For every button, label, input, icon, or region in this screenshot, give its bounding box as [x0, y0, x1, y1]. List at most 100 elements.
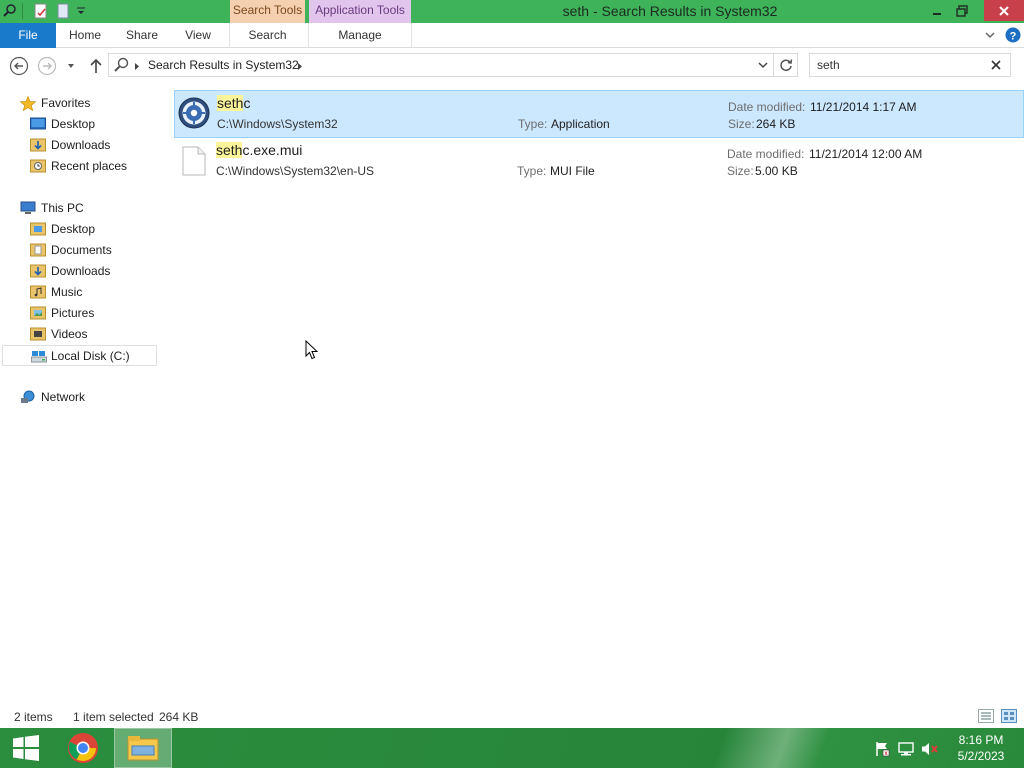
volume-muted-icon[interactable] [921, 740, 939, 758]
close-button[interactable] [984, 0, 1024, 21]
type-label: Type: [517, 164, 547, 178]
mouse-pointer-icon [305, 339, 319, 360]
forward-button[interactable] [37, 56, 57, 76]
window-title: seth - Search Results in System32 [562, 3, 778, 19]
file-explorer-taskbar-button[interactable] [114, 728, 172, 768]
help-icon[interactable]: ? [1005, 27, 1021, 43]
nav-label: Videos [51, 327, 88, 341]
tab-file[interactable]: File [0, 23, 56, 48]
details-view-icon[interactable] [978, 709, 994, 725]
ribbon-tab-bar: File Home Share View Search Manage ? [0, 23, 1024, 48]
nav-network[interactable]: Network [0, 387, 157, 407]
nav-pc-downloads[interactable]: Downloads [0, 261, 157, 281]
size-label: Size: [728, 117, 755, 131]
nav-this-pc[interactable]: This PC [0, 198, 157, 218]
nav-label: Documents [51, 243, 112, 257]
network-icon [20, 390, 36, 404]
nav-label: Recent places [51, 159, 128, 173]
search-results-list: sethc C:\Windows\System32 Type: Applicat… [170, 86, 1024, 706]
selection-count: 1 item selected [73, 710, 154, 724]
computer-icon [20, 201, 36, 215]
divider [22, 3, 23, 19]
nav-favorites-recent-places[interactable]: Recent places [0, 156, 157, 176]
selection-size: 264 KB [159, 710, 199, 724]
nav-favorites-downloads[interactable]: Downloads [0, 135, 157, 155]
nav-label: Network [41, 390, 86, 404]
drive-icon [31, 349, 47, 363]
expand-ribbon-chevron-icon[interactable] [984, 29, 998, 43]
folder-icon [30, 222, 46, 236]
address-bar[interactable]: Search Results in System32 [108, 53, 774, 77]
clear-search-icon[interactable] [990, 59, 1002, 71]
nav-pc-documents[interactable]: Documents [0, 240, 157, 260]
title-bar: Search Tools Application Tools seth - Se… [0, 0, 1024, 23]
videos-folder-icon [30, 327, 46, 341]
nav-label: Desktop [51, 117, 96, 131]
result-name: sethc.exe.mui [216, 142, 302, 158]
breadcrumb[interactable]: Search Results in System32 [148, 58, 299, 72]
search-input[interactable]: seth [809, 53, 1011, 77]
search-tools-context-tab: Search Tools [230, 0, 305, 23]
pictures-folder-icon [30, 306, 46, 320]
tab-home[interactable]: Home [62, 23, 108, 48]
result-name: sethc [217, 95, 250, 111]
nav-favorites[interactable]: Favorites [0, 93, 157, 113]
start-button[interactable] [6, 728, 46, 768]
navigation-pane: Favorites Desktop Downloads Recent place… [0, 86, 157, 706]
recent-locations-chevron-icon[interactable] [63, 56, 79, 76]
file-icon [182, 146, 206, 176]
large-icons-view-icon[interactable] [1001, 709, 1017, 725]
nav-pc-local-disk[interactable]: Local Disk (C:) [2, 345, 157, 366]
nav-pc-music[interactable]: Music [0, 282, 157, 302]
tab-share[interactable]: Share [118, 23, 166, 48]
new-folder-icon[interactable] [55, 2, 71, 20]
type-value: Application [551, 117, 610, 131]
action-center-flag-icon[interactable]: x [873, 740, 891, 758]
nav-favorites-desktop[interactable]: Desktop [0, 114, 157, 134]
refresh-button[interactable] [774, 53, 798, 77]
system-clock[interactable]: 8:16 PM 5/2/2023 [944, 732, 1018, 764]
match-highlight: seth [217, 95, 244, 111]
date-modified-value: 11/21/2014 12:00 AM [809, 147, 923, 161]
star-icon [19, 95, 37, 112]
date-modified-label: Date modified: [727, 147, 805, 161]
search-query[interactable]: seth [817, 58, 840, 72]
downloads-folder-icon [30, 264, 46, 278]
clock-date: 5/2/2023 [957, 749, 1005, 763]
address-history-chevron-icon[interactable] [757, 59, 771, 73]
result-item[interactable]: sethc.exe.mui C:\Windows\System32\en-US … [174, 138, 1024, 186]
back-button[interactable] [9, 56, 29, 76]
nav-label: Music [51, 285, 83, 299]
tab-view[interactable]: View [176, 23, 220, 48]
result-path: C:\Windows\System32 [217, 117, 338, 131]
ribbon-divider [411, 23, 412, 48]
nav-pc-pictures[interactable]: Pictures [0, 303, 157, 323]
nav-pc-desktop[interactable]: Desktop [0, 219, 157, 239]
svg-text:?: ? [1010, 31, 1017, 43]
quick-access-search-icon[interactable] [2, 2, 18, 20]
nav-label: This PC [41, 201, 84, 215]
restore-button[interactable] [947, 0, 977, 21]
chrome-icon[interactable] [60, 728, 106, 768]
nav-pc-videos[interactable]: Videos [0, 324, 157, 344]
name-remainder: c [243, 95, 251, 111]
tab-manage[interactable]: Manage [309, 23, 411, 48]
result-item[interactable]: sethc C:\Windows\System32 Type: Applicat… [174, 90, 1024, 138]
customize-toolbar-chevron-icon[interactable] [74, 2, 88, 20]
music-folder-icon [30, 285, 46, 299]
clock-time: 8:16 PM [958, 733, 1004, 747]
downloads-folder-icon [30, 138, 46, 152]
nav-label: Downloads [51, 138, 111, 152]
status-bar: 2 items 1 item selected 264 KB [0, 706, 1024, 728]
date-modified-label: Date modified: [728, 100, 806, 114]
result-path: C:\Windows\System32\en-US [216, 164, 375, 178]
up-arrow-button[interactable] [86, 56, 106, 76]
properties-icon[interactable] [32, 2, 50, 20]
recent-places-icon [30, 159, 46, 173]
application-icon [178, 97, 210, 129]
breadcrumb-separator-icon[interactable] [134, 60, 142, 70]
breadcrumb-separator-icon[interactable] [297, 60, 305, 70]
match-highlight: seth [216, 142, 243, 158]
tab-search[interactable]: Search [230, 23, 305, 48]
network-status-icon[interactable] [897, 740, 915, 758]
